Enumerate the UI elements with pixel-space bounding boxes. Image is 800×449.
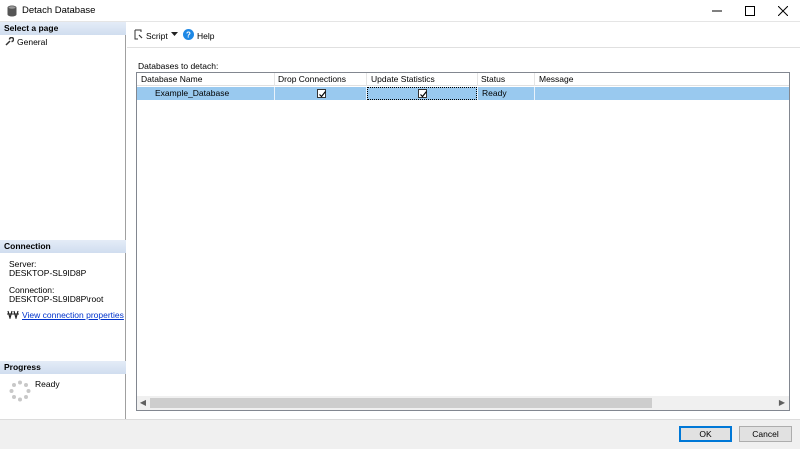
table-row[interactable]: Example_Database Ready — [137, 87, 789, 100]
cancel-button[interactable]: Cancel — [739, 426, 792, 442]
grid-header: Database Name Drop Connections Update St… — [137, 73, 789, 86]
checkmark-icon — [420, 91, 427, 98]
script-label: Script — [146, 30, 168, 41]
maximize-button[interactable] — [733, 0, 767, 22]
connection-heading: Connection — [0, 240, 126, 253]
maximize-icon — [745, 6, 755, 16]
select-page-heading: Select a page — [0, 22, 126, 35]
column-divider[interactable] — [274, 73, 275, 86]
column-header-message[interactable]: Message — [539, 74, 574, 86]
grid-label: Databases to detach: — [138, 61, 219, 71]
cell-divider — [534, 87, 535, 100]
left-panel: Select a page General Connection Server:… — [0, 22, 126, 419]
progress-spinner-icon — [9, 380, 31, 402]
update-statistics-checkbox[interactable] — [418, 89, 427, 98]
help-button[interactable]: ? Help — [183, 29, 214, 42]
column-header-status[interactable]: Status — [481, 74, 505, 86]
cell-divider — [477, 87, 478, 100]
page-item-label: General — [17, 37, 48, 47]
close-icon — [777, 5, 789, 17]
minimize-icon — [712, 10, 722, 12]
script-button[interactable]: Script — [133, 29, 168, 42]
progress-heading: Progress — [0, 361, 126, 374]
script-icon — [133, 29, 143, 42]
checkmark-icon — [319, 91, 326, 98]
svg-text:?: ? — [186, 31, 191, 40]
help-label: Help — [197, 30, 215, 41]
help-icon: ? — [183, 29, 194, 42]
toolbar: Script ? Help — [127, 22, 800, 47]
database-icon — [7, 5, 17, 17]
connection-value: DESKTOP-SL9ID8P\root — [9, 294, 104, 304]
toolbar-divider — [127, 47, 800, 48]
page-item-general[interactable]: General — [5, 37, 47, 49]
connection-properties-icon — [7, 310, 19, 321]
cell-divider — [274, 87, 275, 100]
window-title: Detach Database — [22, 5, 96, 16]
footer: OK Cancel — [0, 420, 800, 449]
column-divider[interactable] — [477, 73, 478, 86]
chevron-down-icon — [171, 29, 178, 39]
progress-status: Ready — [35, 379, 60, 389]
ok-button[interactable]: OK — [679, 426, 732, 442]
script-dropdown[interactable] — [171, 29, 178, 39]
server-value: DESKTOP-SL9ID8P — [9, 268, 87, 278]
column-header-drop-connections[interactable]: Drop Connections — [278, 74, 346, 86]
wrench-icon — [5, 37, 15, 48]
scroll-left-icon[interactable]: ◀ — [137, 398, 149, 408]
column-divider[interactable] — [366, 73, 367, 86]
scroll-right-icon[interactable]: ▶ — [776, 398, 788, 408]
column-header-update-statistics[interactable]: Update Statistics — [371, 74, 435, 86]
cell-status: Ready — [482, 88, 507, 98]
horizontal-scrollbar[interactable]: ◀ ▶ — [137, 396, 789, 410]
column-header-database-name[interactable]: Database Name — [141, 74, 202, 86]
drop-connections-checkbox[interactable] — [317, 89, 326, 98]
column-divider[interactable] — [534, 73, 535, 86]
close-button[interactable] — [766, 0, 800, 22]
view-connection-properties[interactable]: View connection properties — [7, 310, 124, 321]
scrollbar-thumb[interactable] — [150, 398, 652, 408]
title-bar: Detach Database — [0, 0, 800, 22]
minimize-button[interactable] — [700, 0, 734, 22]
databases-grid: Database Name Drop Connections Update St… — [136, 72, 790, 411]
cell-database-name: Example_Database — [155, 88, 230, 98]
view-connection-link[interactable]: View connection properties — [22, 310, 124, 320]
